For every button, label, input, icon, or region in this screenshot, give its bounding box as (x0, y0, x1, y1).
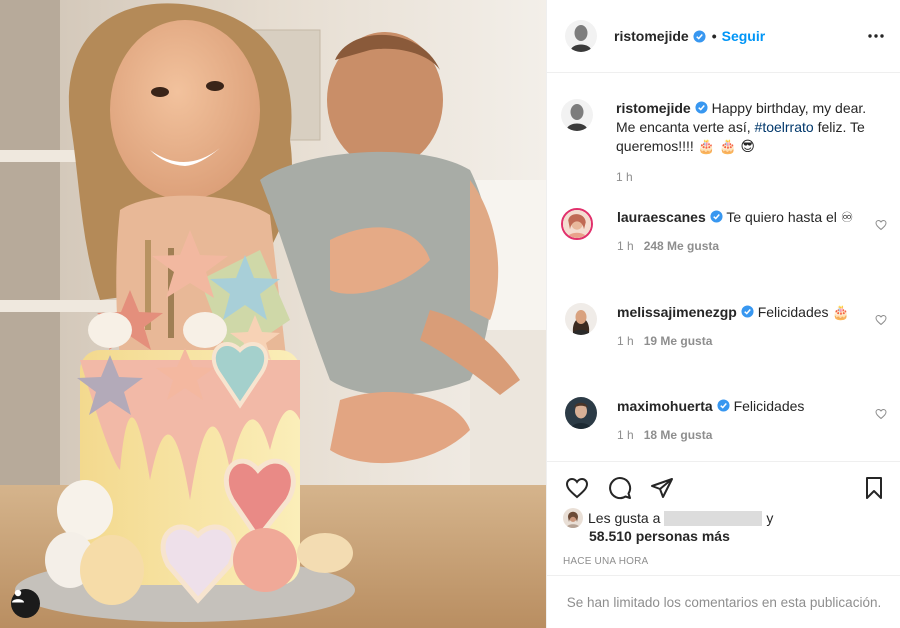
verified-badge-icon (710, 210, 723, 223)
verified-badge-icon (741, 305, 754, 318)
caption-avatar[interactable] (561, 99, 593, 131)
comment-username[interactable]: melissajimenezgp (617, 304, 737, 320)
header-separator: • (711, 28, 717, 44)
comment-message: Te quiero hasta el ♾ (726, 209, 854, 225)
comment-avatar[interactable] (565, 397, 597, 429)
comment-avatar[interactable] (561, 208, 593, 240)
comment-time: 1 h (617, 239, 634, 253)
caption-text: ristomejide Happy birthday, my dear. Me … (616, 99, 878, 156)
follow-button[interactable]: Seguir (722, 28, 766, 44)
caption-body: ristomejide Happy birthday, my dear. Me … (616, 99, 878, 184)
comment-username[interactable]: maximohuerta (617, 398, 713, 414)
comment-username[interactable]: lauraescanes (617, 209, 706, 225)
paper-plane-icon[interactable] (650, 476, 674, 500)
author-username[interactable]: ristomejide (614, 28, 689, 44)
comment-time: 1 h (617, 428, 634, 442)
comment-icon[interactable] (608, 476, 632, 500)
comment-message: Felicidades 🎂 (757, 304, 850, 320)
comment-likes[interactable]: 248 Me gusta (644, 239, 719, 253)
post-photo[interactable] (0, 0, 546, 628)
liked-by-suffix: y (766, 510, 774, 526)
caption: ristomejide Happy birthday, my dear. Me … (561, 99, 887, 184)
tagged-user-button[interactable] (11, 589, 40, 618)
comment-body: melissajimenezgp Felicidades 🎂 1 h 19 Me … (617, 303, 867, 348)
comment-text: maximohuerta Felicidades (617, 397, 867, 416)
comment-text: melissajimenezgp Felicidades 🎂 (617, 303, 867, 322)
comment-body: lauraescanes Te quiero hasta el ♾ 1 h 248… (617, 208, 867, 253)
heart-icon[interactable] (875, 314, 887, 326)
heart-icon[interactable] (875, 219, 887, 231)
comment-item: melissajimenezgp Felicidades 🎂 1 h 19 Me … (561, 303, 887, 348)
blurred-username[interactable] (664, 511, 763, 526)
liker-avatar[interactable] (563, 508, 583, 528)
comment-message: Felicidades (733, 398, 805, 414)
post-header: ristomejide • Seguir (547, 0, 900, 73)
comment-meta: 1 h 18 Me gusta (617, 428, 867, 442)
caption-time: 1 h (616, 170, 633, 184)
comment-meta: 1 h 19 Me gusta (617, 334, 867, 348)
verified-badge-icon (695, 101, 708, 114)
likes-count[interactable]: 58.510 personas más (589, 528, 730, 544)
author-avatar[interactable] (565, 20, 597, 52)
caption-username[interactable]: ristomejide (616, 100, 691, 116)
comment-text: lauraescanes Te quiero hasta el ♾ (617, 208, 867, 227)
comments-limited-notice: Se han limitado los comentarios en esta … (547, 575, 900, 628)
comment-body: maximohuerta Felicidades 1 h 18 Me gusta (617, 397, 867, 442)
comment-avatar[interactable] (565, 303, 597, 335)
person-tag-icon (12, 589, 24, 603)
post-side-panel: ristomejide • Seguir ristomejide Happy b… (546, 0, 900, 628)
more-options-icon[interactable] (867, 27, 885, 45)
bookmark-icon[interactable] (862, 476, 886, 500)
comment-time: 1 h (617, 334, 634, 348)
caption-meta: 1 h (616, 170, 878, 184)
verified-badge-icon (693, 29, 706, 43)
comment-item: maximohuerta Felicidades 1 h 18 Me gusta (561, 397, 887, 442)
post-time-ago[interactable]: HACE UNA HORA (563, 556, 648, 567)
action-bar (547, 461, 900, 511)
photo-illustration (0, 0, 546, 628)
heart-icon[interactable] (565, 476, 589, 500)
comment-likes[interactable]: 19 Me gusta (644, 334, 713, 348)
comments-list[interactable]: ristomejide Happy birthday, my dear. Me … (547, 73, 900, 461)
comment-likes[interactable]: 18 Me gusta (644, 428, 713, 442)
comment-meta: 1 h 248 Me gusta (617, 239, 867, 253)
comment-item: lauraescanes Te quiero hasta el ♾ 1 h 248… (561, 208, 887, 253)
heart-icon[interactable] (875, 408, 887, 420)
verified-badge-icon (717, 399, 730, 412)
liked-by: Les gusta a y (563, 508, 893, 528)
hashtag-link[interactable]: #toelrrato (755, 119, 814, 135)
liked-by-prefix: Les gusta a (588, 510, 661, 526)
instagram-post: ristomejide • Seguir ristomejide Happy b… (0, 0, 900, 628)
